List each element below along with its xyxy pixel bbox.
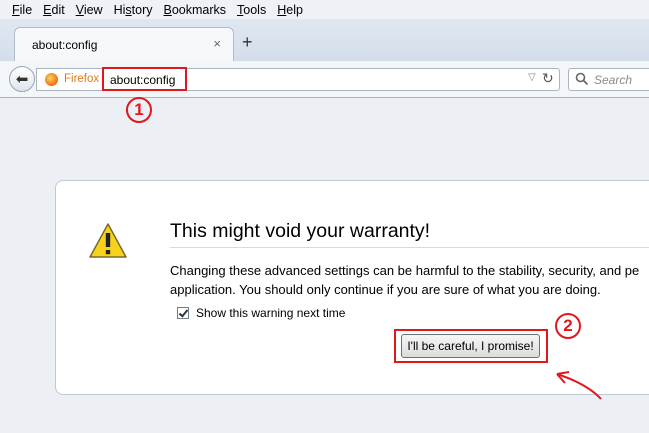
title-divider <box>170 247 649 248</box>
nav-bar: Firefox about:config ▽ ↻ ⬅ Search <box>0 61 649 98</box>
accept-risk-button[interactable]: I'll be careful, I promise! <box>401 334 540 358</box>
reload-icon[interactable]: ↻ <box>542 70 554 87</box>
back-button[interactable]: ⬅ <box>9 66 35 92</box>
tab-about-config[interactable]: about:config × <box>14 27 234 62</box>
search-icon <box>575 72 589 86</box>
show-warning-checkbox[interactable] <box>177 307 189 319</box>
show-warning-option[interactable]: Show this warning next time <box>177 306 345 320</box>
menu-tools[interactable]: Tools <box>237 3 266 17</box>
menu-help[interactable]: Help <box>277 3 303 17</box>
close-tab-icon[interactable]: × <box>213 36 221 51</box>
back-arrow-icon: ⬅ <box>15 71 29 88</box>
warning-message-line-2: application. You should only continue if… <box>170 282 601 297</box>
search-bar[interactable]: Search <box>568 68 649 91</box>
identity-label[interactable]: Firefox <box>64 73 99 85</box>
warning-title: This might void your warranty! <box>170 220 431 242</box>
annotation-arrow-icon <box>556 371 602 400</box>
step-1-badge: 1 <box>126 97 152 123</box>
search-placeholder: Search <box>594 73 633 87</box>
history-dropdown-icon[interactable]: ▽ <box>528 72 536 83</box>
warning-triangle-icon <box>89 223 127 258</box>
url-highlight-box <box>102 67 187 91</box>
menu-file[interactable]: File <box>12 3 32 17</box>
menu-view[interactable]: View <box>76 3 103 17</box>
warning-message-line-1: Changing these advanced settings can be … <box>170 263 640 278</box>
tab-strip: about:config × + <box>0 19 649 62</box>
menu-bar: File Edit View History Bookmarks Tools H… <box>0 0 649 19</box>
tab-title: about:config <box>32 38 98 52</box>
step-2-badge: 2 <box>555 313 581 339</box>
menu-bookmarks[interactable]: Bookmarks <box>164 3 227 17</box>
menu-edit[interactable]: Edit <box>43 3 65 17</box>
warning-message: Changing these advanced settings can be … <box>170 261 649 299</box>
firefox-logo-icon <box>45 73 58 86</box>
show-warning-label[interactable]: Show this warning next time <box>196 306 345 320</box>
menu-history[interactable]: History <box>114 3 153 17</box>
new-tab-button[interactable]: + <box>242 33 253 51</box>
